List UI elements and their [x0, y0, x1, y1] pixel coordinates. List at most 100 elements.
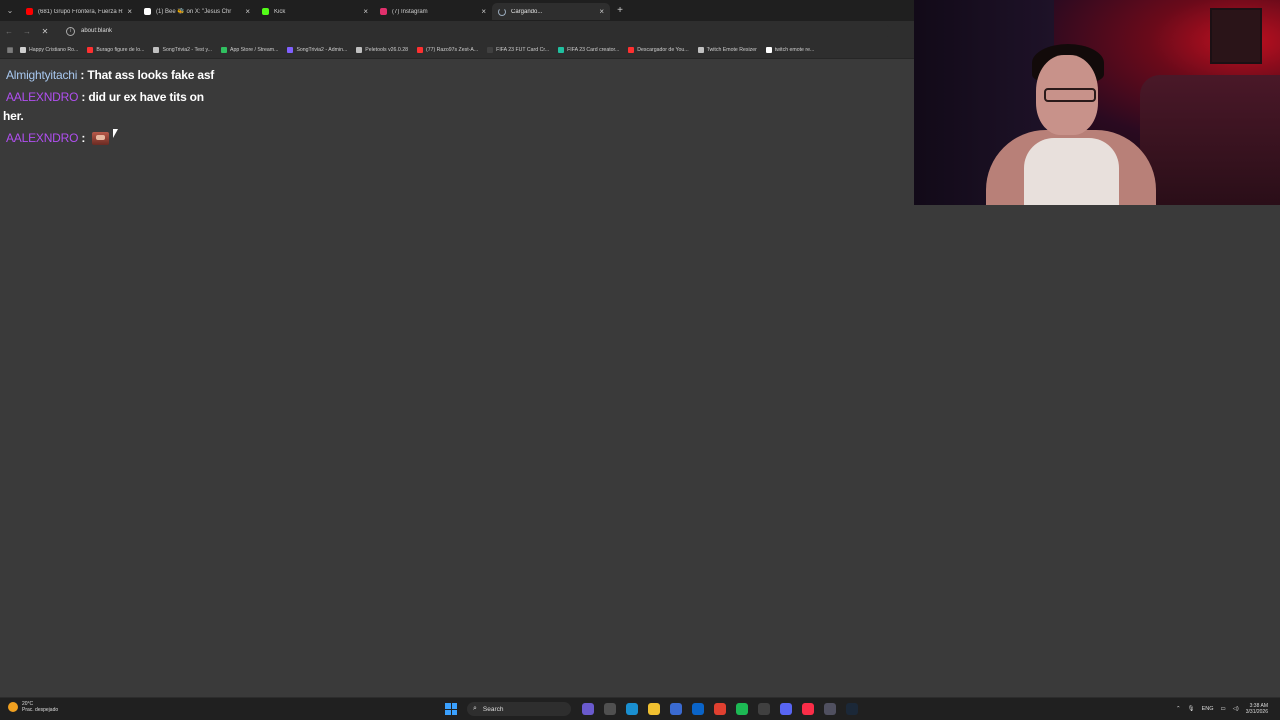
- clock[interactable]: 3:38 AM 3/31/2026: [1246, 703, 1268, 715]
- instagram-icon: [380, 8, 387, 15]
- start-button[interactable]: [445, 703, 457, 715]
- back-icon[interactable]: ←: [0, 27, 18, 36]
- system-tray: ⌃ 🎙 ENG ▭ ◁) 3:38 AM 3/31/2026: [1169, 700, 1268, 718]
- app-icon[interactable]: [824, 703, 836, 715]
- bookmark-label: SongTrivia2 - Test y...: [162, 46, 212, 53]
- bookmark-favicon-icon: [356, 46, 363, 53]
- tab-title: Kick: [274, 8, 286, 15]
- forward-icon[interactable]: →: [18, 27, 36, 36]
- tab-search-icon[interactable]: ⌄: [0, 0, 20, 21]
- bookmark-label: Twitch Emote Resizer: [706, 46, 757, 53]
- weather-sun-icon: [8, 702, 18, 712]
- browser-tab[interactable]: (1) Bee 🐝 on X: "Jesus Chr ×: [138, 3, 256, 20]
- volume-icon[interactable]: ◁): [1233, 706, 1239, 712]
- kick-icon: [262, 8, 269, 15]
- bookmark-item[interactable]: twitch emote re...: [765, 46, 814, 53]
- bookmark-item[interactable]: App Store / Stream...: [220, 46, 279, 53]
- loading-spinner-icon: [498, 7, 506, 16]
- apps-grid-icon[interactable]: ▦: [0, 46, 20, 54]
- site-info-icon[interactable]: i: [66, 26, 75, 36]
- chat-separator: :: [78, 131, 89, 145]
- search-icon: ⌕: [473, 705, 477, 712]
- chat-message: AALEXNDRO : did ur ex have tits on her.: [3, 88, 218, 126]
- chat-text: That ass looks fake asf: [87, 68, 215, 82]
- taskbar-search[interactable]: ⌕ Search: [467, 702, 571, 716]
- bookmark-favicon-icon: [87, 46, 94, 53]
- address-bar[interactable]: i about:blank: [60, 24, 890, 38]
- address-text[interactable]: about:blank: [81, 28, 112, 34]
- webcam-overlay: [914, 0, 1280, 205]
- file-explorer-icon[interactable]: [648, 703, 660, 715]
- bookmark-item[interactable]: (77) Razo97s Zest-A...: [416, 46, 479, 53]
- browser-tab[interactable]: Cargando... ×: [492, 3, 610, 20]
- mouse-cursor-icon: [113, 129, 118, 138]
- microphone-icon[interactable]: 🎙: [1188, 706, 1195, 712]
- browser-tab[interactable]: Kick ×: [256, 3, 374, 20]
- bookmark-favicon-icon: [287, 46, 294, 53]
- bookmark-item[interactable]: FIFA 23 FUT Card Cr...: [487, 46, 550, 53]
- edge-icon[interactable]: [626, 703, 638, 715]
- chrome-icon[interactable]: [714, 703, 726, 715]
- bookmarks-bar: ▦ Happy Cristiano Ro... Burago figure de …: [0, 41, 914, 59]
- close-tab-icon[interactable]: ×: [599, 7, 604, 16]
- chat-username: Almightyitachi: [6, 68, 78, 82]
- bookmark-favicon-icon: [558, 46, 565, 53]
- chat-separator: :: [77, 68, 88, 82]
- chevron-up-icon[interactable]: ⌃: [1176, 706, 1181, 712]
- weather-widget[interactable]: 20°C Prac. despejado: [8, 701, 58, 713]
- close-tab-icon[interactable]: ×: [363, 7, 368, 16]
- chat-username: AALEXNDRO: [6, 90, 79, 104]
- bookmark-label: FIFA 23 FUT Card Cr...: [496, 46, 550, 53]
- tab-title: (7) Instagram: [392, 8, 428, 15]
- weather-desc: Prac. despejado: [22, 707, 59, 713]
- bookmark-item[interactable]: Peletools v26.0.28: [356, 46, 408, 53]
- stop-loading-icon[interactable]: ✕: [36, 27, 54, 36]
- bookmark-label: Descargador de You...: [637, 46, 689, 53]
- tab-title: (681) Grupo Frontera, Fuerza R: [38, 8, 123, 15]
- bookmark-item[interactable]: Descargador de You...: [628, 46, 689, 53]
- chat-username: AALEXNDRO: [6, 131, 79, 145]
- chat-message: Almightyitachi : That ass looks fake asf: [3, 66, 218, 85]
- taskbar: 20°C Prac. despejado ⌕ Search ⌃ 🎙 ENG ▭ …: [0, 697, 1280, 720]
- close-tab-icon[interactable]: ×: [127, 7, 132, 16]
- browser-tab[interactable]: (7) Instagram ×: [374, 3, 492, 20]
- bookmark-favicon-icon: [628, 46, 635, 53]
- wall-picture: [1210, 8, 1262, 64]
- bookmark-label: App Store / Stream...: [229, 46, 279, 53]
- bookmark-label: (77) Razo97s Zest-A...: [425, 46, 479, 53]
- bookmark-item[interactable]: Happy Cristiano Ro...: [20, 46, 78, 53]
- task-view-icon[interactable]: [604, 703, 616, 715]
- browser-tab[interactable]: (681) Grupo Frontera, Fuerza R ×: [20, 3, 138, 20]
- store-icon[interactable]: [670, 703, 682, 715]
- tab-title: (1) Bee 🐝 on X: "Jesus Chr: [156, 9, 232, 15]
- copilot-icon[interactable]: [582, 703, 594, 715]
- new-tab-button[interactable]: +: [610, 5, 630, 16]
- bookmark-favicon-icon: [416, 46, 423, 53]
- bookmark-item[interactable]: Burago figure de lo...: [87, 46, 145, 53]
- tab-strip: ⌄ (681) Grupo Frontera, Fuerza R × (1) Bee…: [0, 0, 914, 21]
- bookmark-item[interactable]: FIFA 23 Card creator...: [558, 46, 619, 53]
- bookmark-item[interactable]: Twitch Emote Resizer: [697, 46, 757, 53]
- bookmark-item[interactable]: SongTrivia2 - Admin...: [287, 46, 347, 53]
- network-icon[interactable]: ▭: [1220, 706, 1225, 712]
- chat-message: AALEXNDRO :: [3, 129, 218, 148]
- language-indicator[interactable]: ENG: [1202, 706, 1214, 712]
- emote-icon: [92, 132, 110, 146]
- x-icon: [144, 8, 151, 15]
- bookmark-favicon-icon: [20, 46, 26, 53]
- close-tab-icon[interactable]: ×: [245, 7, 250, 16]
- music-icon[interactable]: [802, 703, 814, 715]
- tab-title: Cargando...: [511, 8, 543, 15]
- bookmark-favicon-icon: [487, 46, 494, 53]
- clock-date: 3/31/2026: [1245, 709, 1268, 715]
- discord-icon[interactable]: [780, 703, 792, 715]
- steam-icon[interactable]: [846, 703, 858, 715]
- bookmark-item[interactable]: SongTrivia2 - Test y...: [153, 46, 212, 53]
- bookmark-label: Burago figure de lo...: [96, 46, 145, 53]
- search-label: Search: [482, 705, 504, 713]
- obs-icon[interactable]: [758, 703, 770, 715]
- close-tab-icon[interactable]: ×: [481, 7, 486, 16]
- bookmark-favicon-icon: [220, 46, 227, 53]
- outlook-icon[interactable]: [692, 703, 704, 715]
- spotify-icon[interactable]: [736, 703, 748, 715]
